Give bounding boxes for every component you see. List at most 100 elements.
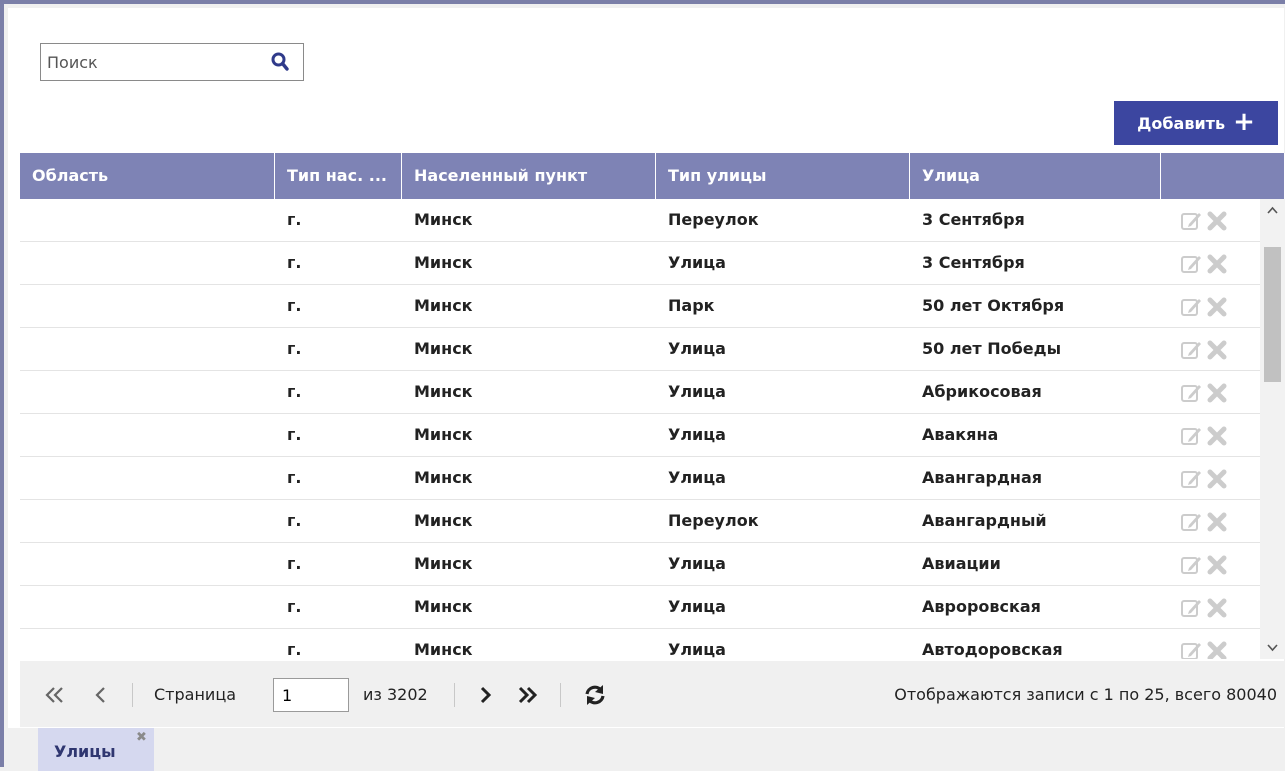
- table-row[interactable]: г. Минск Парк 50 лет Октября: [20, 285, 1260, 328]
- cell-locality-type: г.: [287, 597, 302, 616]
- cell-region: [20, 629, 275, 659]
- delete-icon[interactable]: [1205, 252, 1229, 276]
- delete-icon[interactable]: [1205, 295, 1229, 319]
- delete-icon[interactable]: [1205, 381, 1229, 405]
- pager-separator: [454, 683, 455, 707]
- tab-streets[interactable]: Улицы ✖: [38, 728, 154, 771]
- cell-region: [20, 500, 275, 542]
- row-actions: [1175, 510, 1235, 534]
- column-header-region[interactable]: Область: [20, 153, 275, 199]
- cell-street-type: Переулок: [668, 210, 759, 229]
- cell-region: [20, 457, 275, 499]
- table-row[interactable]: г. Минск Улица Абрикосовая: [20, 371, 1260, 414]
- refresh-button[interactable]: [582, 683, 608, 707]
- cell-street: Авангардная: [922, 468, 1043, 487]
- edit-icon[interactable]: [1179, 510, 1203, 534]
- cell-locality-type: г.: [287, 339, 302, 358]
- edit-icon[interactable]: [1179, 553, 1203, 577]
- table-row[interactable]: г. Минск Переулок Авангардный: [20, 500, 1260, 543]
- table-row[interactable]: г. Минск Переулок 3 Сентября: [20, 199, 1260, 242]
- vertical-scrollbar[interactable]: [1260, 199, 1285, 659]
- cell-street-type: Улица: [668, 554, 726, 573]
- app-frame: Добавить + ОбластьТип нас. ...Населенный…: [0, 0, 1285, 771]
- column-header-actions: [1161, 153, 1285, 199]
- cell-region: [20, 328, 275, 370]
- cell-street: Авакяна: [922, 425, 999, 444]
- grid-header: Область Тип нас. ... Населенный пункт Тип у…: [20, 153, 1285, 199]
- cell-region: [20, 414, 275, 456]
- search-input[interactable]: [47, 50, 257, 74]
- table-row[interactable]: г. Минск Улица 3 Сентября: [20, 242, 1260, 285]
- cell-locality: Минск: [414, 554, 473, 573]
- first-page-button[interactable]: [42, 683, 68, 707]
- edit-icon[interactable]: [1179, 381, 1203, 405]
- row-actions: [1175, 553, 1235, 577]
- table-row[interactable]: г. Минск Улица Авроровская: [20, 586, 1260, 629]
- cell-street-type: Парк: [668, 296, 715, 315]
- cell-street-type: Улица: [668, 253, 726, 272]
- cell-region: [20, 586, 275, 628]
- cell-region: [20, 199, 275, 241]
- records-info: Отображаются записи с 1 по 25, всего 800…: [894, 685, 1277, 704]
- cell-locality: Минск: [414, 425, 473, 444]
- cell-street: Авиации: [922, 554, 1001, 573]
- row-actions: [1175, 424, 1235, 448]
- table-row[interactable]: г. Минск Улица Автодоровская: [20, 629, 1260, 659]
- edit-icon[interactable]: [1179, 209, 1203, 233]
- pager-separator: [560, 683, 561, 707]
- edit-icon[interactable]: [1179, 295, 1203, 319]
- delete-icon[interactable]: [1205, 553, 1229, 577]
- cell-locality-type: г.: [287, 296, 302, 315]
- total-pages-label: из 3202: [363, 685, 428, 704]
- delete-icon[interactable]: [1205, 424, 1229, 448]
- cell-locality-type: г.: [287, 382, 302, 401]
- table-row[interactable]: г. Минск Улица 50 лет Победы: [20, 328, 1260, 371]
- delete-icon[interactable]: [1205, 596, 1229, 620]
- delete-icon[interactable]: [1205, 338, 1229, 362]
- delete-icon[interactable]: [1205, 639, 1229, 659]
- cell-street: 3 Сентября: [922, 210, 1025, 229]
- cell-locality: Минск: [414, 468, 473, 487]
- add-button[interactable]: Добавить +: [1114, 101, 1278, 145]
- cell-locality-type: г.: [287, 210, 302, 229]
- delete-icon[interactable]: [1205, 467, 1229, 491]
- edit-icon[interactable]: [1179, 424, 1203, 448]
- cell-locality-type: г.: [287, 468, 302, 487]
- scroll-up-icon[interactable]: [1264, 203, 1281, 219]
- last-page-button[interactable]: [514, 683, 540, 707]
- prev-page-button[interactable]: [88, 683, 114, 707]
- page-number-input[interactable]: [273, 678, 349, 712]
- cell-locality: Минск: [414, 253, 473, 272]
- cell-region: [20, 285, 275, 327]
- cell-street: 50 лет Октября: [922, 296, 1065, 315]
- search-box: [40, 43, 304, 81]
- cell-street: Авроровская: [922, 597, 1041, 616]
- close-icon[interactable]: ✖: [136, 730, 147, 745]
- delete-icon[interactable]: [1205, 510, 1229, 534]
- scroll-down-icon[interactable]: [1264, 639, 1281, 655]
- next-page-button[interactable]: [472, 683, 498, 707]
- cell-locality: Минск: [414, 511, 473, 530]
- table-row[interactable]: г. Минск Улица Авангардная: [20, 457, 1260, 500]
- table-row[interactable]: г. Минск Улица Авиации: [20, 543, 1260, 586]
- search-icon[interactable]: [271, 52, 289, 72]
- edit-icon[interactable]: [1179, 639, 1203, 659]
- table-row[interactable]: г. Минск Улица Авакяна: [20, 414, 1260, 457]
- edit-icon[interactable]: [1179, 467, 1203, 491]
- add-button-label: Добавить: [1137, 113, 1226, 133]
- edit-icon[interactable]: [1179, 252, 1203, 276]
- column-header-locality-type[interactable]: Тип нас. ...: [275, 153, 402, 199]
- plus-icon: +: [1233, 106, 1255, 137]
- row-actions: [1175, 252, 1235, 276]
- column-header-street[interactable]: Улица: [910, 153, 1161, 199]
- chevron-right-icon: [472, 686, 498, 710]
- scroll-thumb[interactable]: [1264, 247, 1281, 382]
- cell-street: Автодоровская: [922, 640, 1063, 659]
- delete-icon[interactable]: [1205, 209, 1229, 233]
- double-chevron-left-icon: [42, 687, 68, 710]
- edit-icon[interactable]: [1179, 338, 1203, 362]
- edit-icon[interactable]: [1179, 596, 1203, 620]
- cell-locality: Минск: [414, 296, 473, 315]
- column-header-street-type[interactable]: Тип улицы: [656, 153, 910, 199]
- column-header-locality[interactable]: Населенный пункт: [402, 153, 656, 199]
